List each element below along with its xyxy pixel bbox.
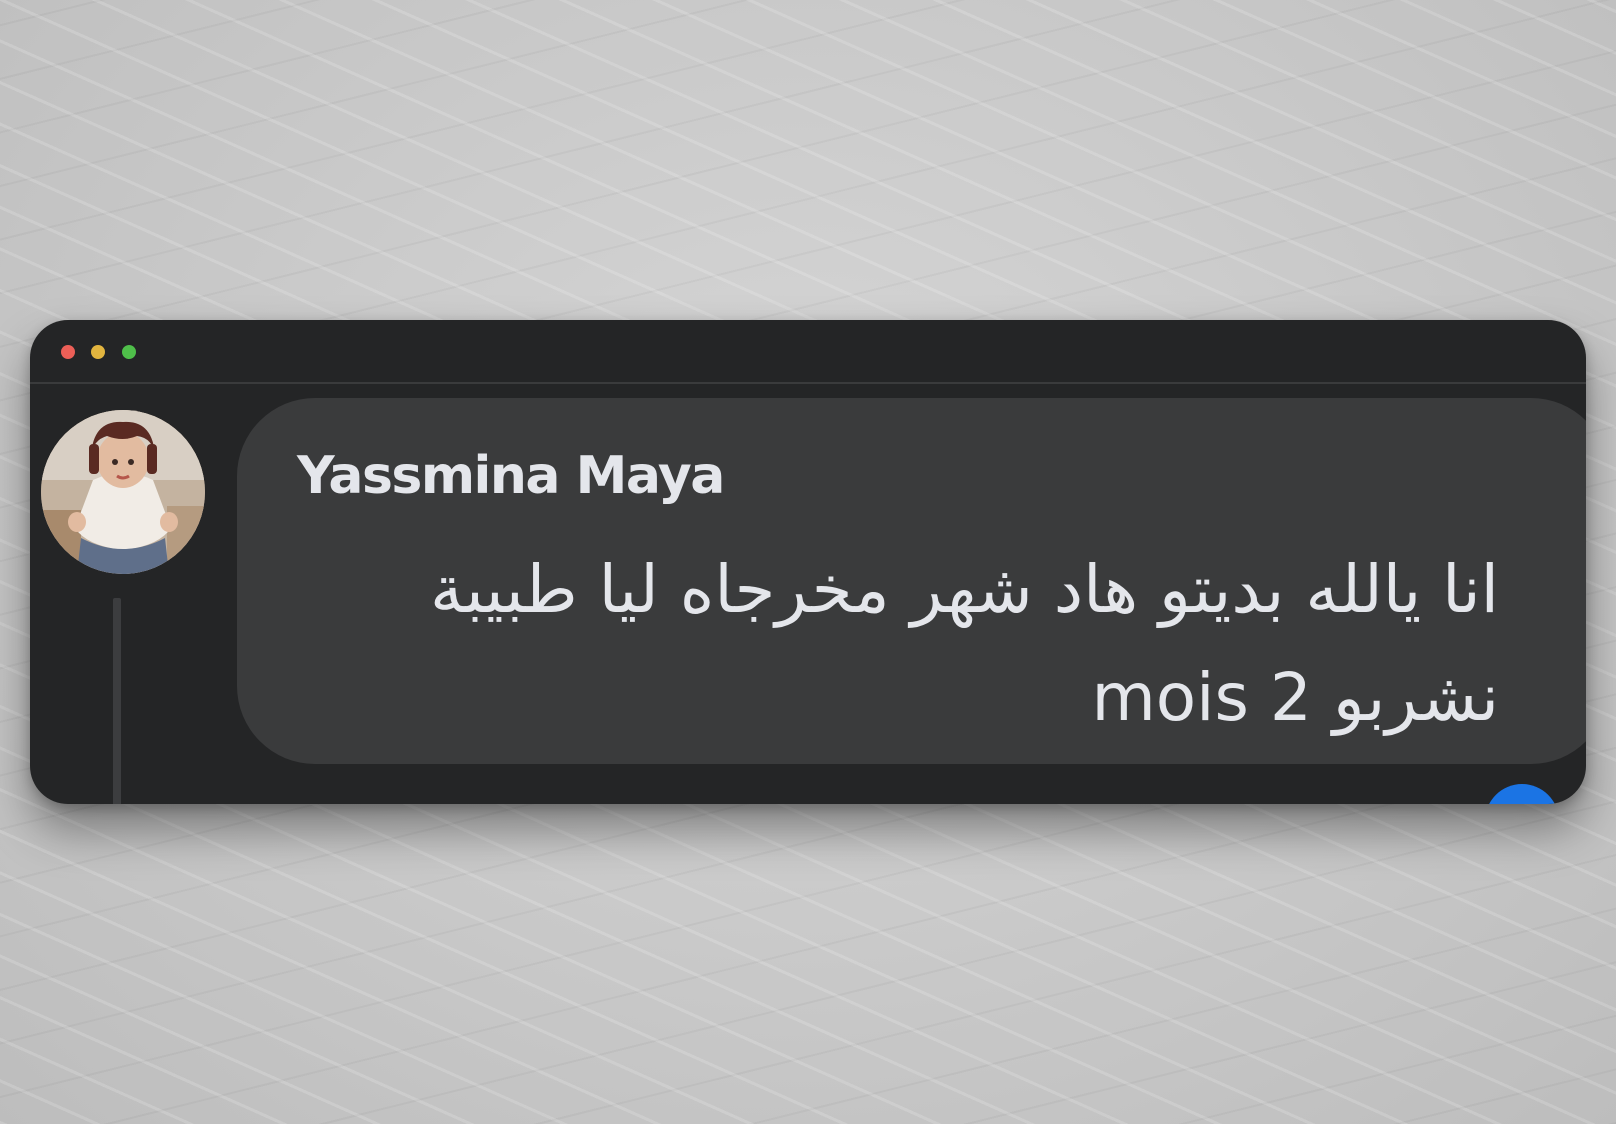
user-avatar[interactable] [41, 410, 205, 574]
app-window: Yassmina Maya انا يالله بديتو هاد شهر مخ… [30, 320, 1586, 804]
minimize-window-button[interactable] [91, 345, 105, 359]
comment-bubble: Yassmina Maya انا يالله بديتو هاد شهر مخ… [237, 398, 1586, 764]
close-window-button[interactable] [61, 345, 75, 359]
title-bar [30, 320, 1586, 384]
reply-thread-line [113, 598, 121, 804]
comment-text: انا يالله بديتو هاد شهر مخرجاه ليا طبيبة… [430, 551, 1499, 736]
like-reaction-icon[interactable] [1485, 784, 1559, 804]
comment-author-name[interactable]: Yassmina Maya [297, 446, 725, 506]
maximize-window-button[interactable] [122, 345, 136, 359]
user-avatar-icon [41, 410, 205, 574]
